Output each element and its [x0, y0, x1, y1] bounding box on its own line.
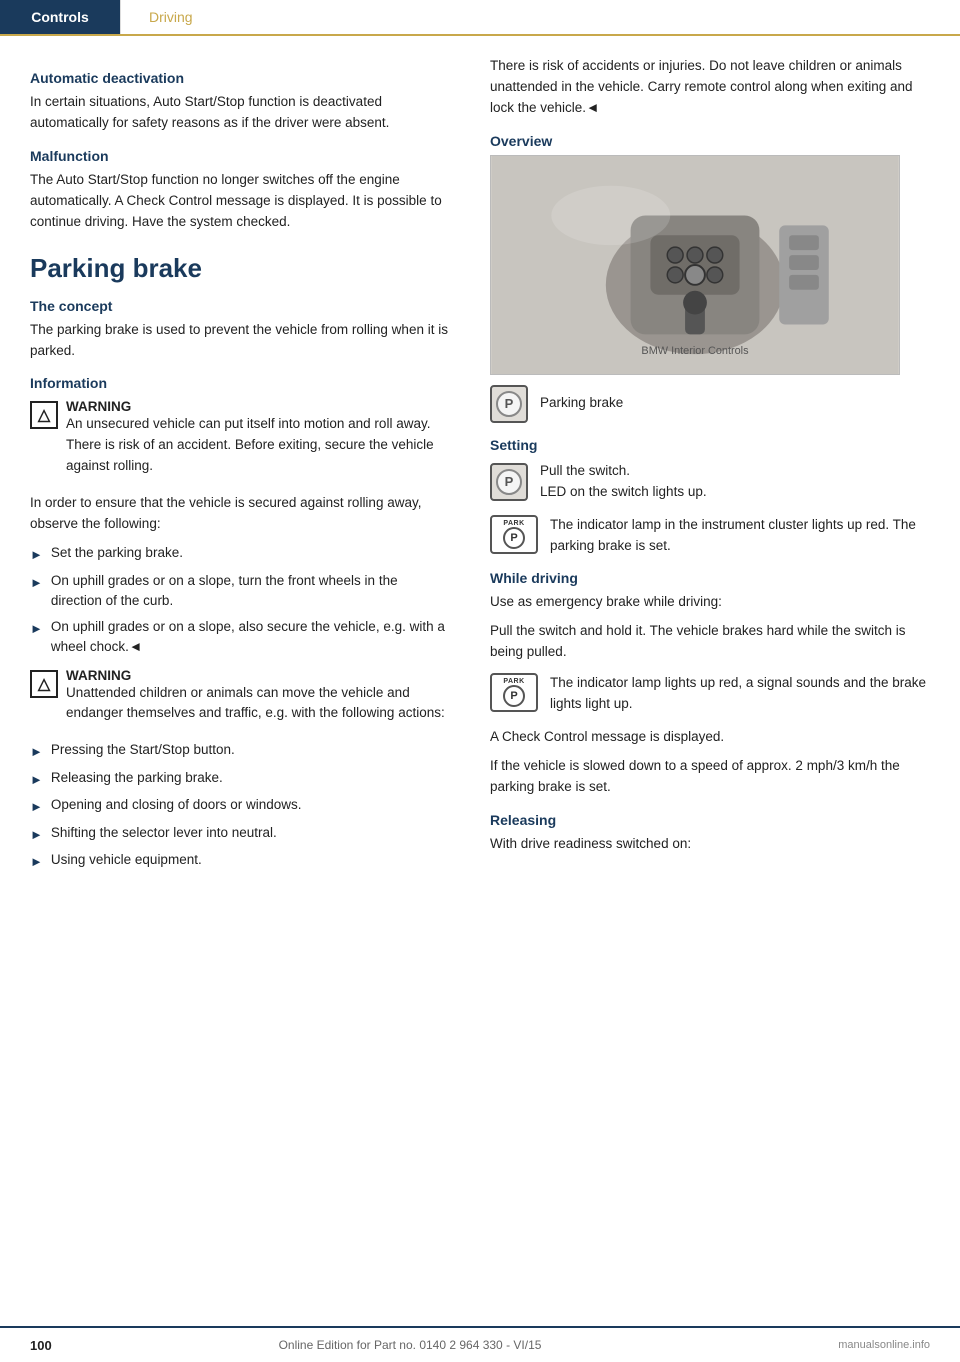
parking-brake-label: Parking brake [540, 393, 623, 414]
risk-text: There is risk of accidents or injuries. … [490, 56, 930, 119]
setting-text-1: Pull the switch. [540, 461, 707, 482]
park-text-2: PARK [503, 678, 524, 685]
overview-heading: Overview [490, 133, 930, 149]
park-text: PARK [503, 520, 524, 527]
parking-brake-button-icon: P [490, 385, 528, 423]
info-text: In order to ensure that the vehicle is s… [30, 493, 450, 535]
check-control-text: A Check Control message is displayed. [490, 727, 930, 748]
warning-content-2: WARNING Unattended children or animals c… [66, 668, 450, 733]
bullet-arrow-icon: ► [30, 545, 43, 565]
park-p-icon: P [503, 527, 525, 549]
setting-heading: Setting [490, 437, 930, 453]
warning-box-2: △ WARNING Unattended children or animals… [30, 668, 450, 733]
setting-indicator-text: The indicator lamp in the instrument clu… [550, 515, 930, 557]
while-driving-text-2: Pull the switch and hold it. The vehicle… [490, 621, 930, 663]
malfunction-heading: Malfunction [30, 148, 450, 164]
while-driving-indicator-row: PARK P The indicator lamp lights up red,… [490, 673, 930, 715]
slow-down-text: If the vehicle is slowed down to a speed… [490, 756, 930, 798]
footer-center-text: Online Edition for Part no. 0140 2 964 3… [90, 1338, 730, 1352]
warning-text-2: Unattended children or animals can move … [66, 683, 450, 725]
releasing-heading: Releasing [490, 812, 930, 828]
warning-content-1: WARNING An unsecured vehicle can put its… [66, 399, 450, 485]
right-column: There is risk of accidents or injuries. … [480, 56, 930, 882]
list-item: ► Set the parking brake. [30, 543, 450, 565]
list-item: ► Using vehicle equipment. [30, 850, 450, 872]
warning-title-2: WARNING [66, 668, 450, 683]
p-inner-icon: P [496, 391, 522, 417]
left-column: Automatic deactivation In certain situat… [30, 56, 450, 882]
warning-icon-2: △ [30, 670, 58, 698]
footer-right-text: manualsonline.info [730, 1339, 930, 1351]
parking-brake-icon-row: P Parking brake [490, 385, 930, 423]
warning-icon-1: △ [30, 401, 58, 429]
park-p-icon-2: P [503, 685, 525, 707]
malfunction-text: The Auto Start/Stop function no longer s… [30, 170, 450, 233]
auto-deactivation-text: In certain situations, Auto Start/Stop f… [30, 92, 450, 134]
warning-title-1: WARNING [66, 399, 450, 414]
bullet-arrow-icon: ► [30, 573, 43, 593]
the-concept-text: The parking brake is used to prevent the… [30, 320, 450, 362]
while-driving-indicator-icon: PARK P [490, 673, 538, 712]
list-item: ► On uphill grades or on a slope, also s… [30, 617, 450, 658]
main-content: Automatic deactivation In certain situat… [0, 36, 960, 922]
setting-text-2: LED on the switch lights up. [540, 482, 707, 503]
page-number: 100 [30, 1338, 90, 1353]
warning-box-1: △ WARNING An unsecured vehicle can put i… [30, 399, 450, 485]
list-item: ► Opening and closing of doors or window… [30, 795, 450, 817]
bullets-list-1: ► Set the parking brake. ► On uphill gra… [30, 543, 450, 658]
car-interior-image: BMW Interior Controls [490, 155, 900, 375]
bullet-arrow-icon: ► [30, 852, 43, 872]
list-item: ► Pressing the Start/Stop button. [30, 740, 450, 762]
list-item: ► On uphill grades or on a slope, turn t… [30, 571, 450, 612]
while-driving-text-1: Use as emergency brake while driving: [490, 592, 930, 613]
parking-brake-heading: Parking brake [30, 253, 450, 284]
while-driving-heading: While driving [490, 570, 930, 586]
bullet-arrow-icon: ► [30, 797, 43, 817]
park-indicator-icon: PARK P [490, 515, 538, 554]
bullets-list-2: ► Pressing the Start/Stop button. ► Rele… [30, 740, 450, 872]
bullet-arrow-icon: ► [30, 770, 43, 790]
bullet-arrow-icon: ► [30, 742, 43, 762]
tab-controls[interactable]: Controls [0, 0, 120, 34]
warning-text-1: An unsecured vehicle can put itself into… [66, 414, 450, 477]
information-heading: Information [30, 375, 450, 391]
setting-icon-row: P Pull the switch. LED on the switch lig… [490, 461, 930, 503]
setting-button-icon: P [490, 463, 528, 501]
p-inner-setting-icon: P [496, 469, 522, 495]
page-footer: 100 Online Edition for Part no. 0140 2 9… [0, 1326, 960, 1362]
tab-driving[interactable]: Driving [120, 0, 221, 34]
park-indicator-row: PARK P The indicator lamp in the instrum… [490, 515, 930, 557]
releasing-text: With drive readiness switched on: [490, 834, 930, 855]
list-item: ► Releasing the parking brake. [30, 768, 450, 790]
header-tabs: Controls Driving [0, 0, 960, 36]
while-driving-indicator-text: The indicator lamp lights up red, a sign… [550, 673, 930, 715]
the-concept-heading: The concept [30, 298, 450, 314]
svg-text:BMW Interior Controls: BMW Interior Controls [641, 345, 749, 357]
list-item: ► Shifting the selector lever into neutr… [30, 823, 450, 845]
bullet-arrow-icon: ► [30, 619, 43, 639]
auto-deactivation-heading: Automatic deactivation [30, 70, 450, 86]
bullet-arrow-icon: ► [30, 825, 43, 845]
